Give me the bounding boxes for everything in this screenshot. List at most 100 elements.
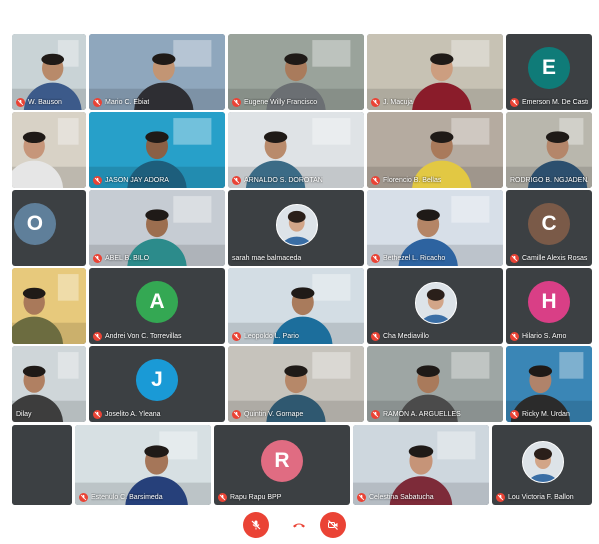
participant-label: Bethezel L. Ricacho bbox=[371, 254, 499, 263]
mic-muted-icon bbox=[371, 98, 380, 107]
mic-muted-icon bbox=[232, 410, 241, 419]
mic-muted-icon bbox=[16, 98, 25, 107]
participant-tile[interactable]: Leopoldo L. Pario bbox=[228, 268, 364, 344]
participant-label: Joselito A. Yleana bbox=[93, 410, 221, 419]
participant-tile[interactable]: sarah mae balmaceda bbox=[228, 190, 364, 266]
meeting-stage: W. Bauson Mario C. Ebiat Eugene Willy Fran… bbox=[0, 0, 599, 544]
mic-muted-icon bbox=[93, 98, 102, 107]
participant-initial-avatar: O bbox=[14, 203, 56, 245]
participant-tile[interactable] bbox=[12, 268, 86, 344]
mic-muted-icon bbox=[371, 332, 380, 341]
participant-label: Dilay bbox=[16, 410, 82, 419]
participant-tile[interactable]: Celestina Sabatucha bbox=[353, 425, 489, 505]
participant-tile[interactable]: ARNALDO S. DOROTAN bbox=[228, 112, 364, 188]
participant-label: RODRIGO B. NGJADENA bbox=[510, 176, 588, 185]
participant-tile[interactable]: O bbox=[12, 190, 86, 266]
participant-tile[interactable]: Estenulo C. Barsimeda bbox=[75, 425, 211, 505]
participant-photo-avatar bbox=[522, 441, 564, 483]
participant-tile[interactable]: Quintin V. Gornape bbox=[228, 346, 364, 422]
mic-muted-icon bbox=[357, 493, 366, 502]
participant-tile[interactable]: E Emerson M. De Castro bbox=[506, 34, 592, 110]
participant-label: Ricky M. Urdan bbox=[510, 410, 588, 419]
mic-muted-icon bbox=[93, 254, 102, 263]
participant-tile[interactable]: RODRIGO B. NGJADENA bbox=[506, 112, 592, 188]
participant-name: Ricky M. Urdan bbox=[522, 411, 570, 418]
participant-name: Bethezel L. Ricacho bbox=[383, 255, 446, 262]
mic-muted-icon bbox=[371, 176, 380, 185]
hang-up-icon bbox=[293, 523, 305, 528]
participant-name: RODRIGO B. NGJADENA bbox=[510, 177, 588, 184]
participant-label: Leopoldo L. Pario bbox=[232, 332, 360, 341]
participant-initial-avatar: H bbox=[528, 281, 570, 323]
participant-tile[interactable]: A Andrei Von C. Torrevillas bbox=[89, 268, 225, 344]
participant-tile[interactable]: R Rapu Rapu BPP bbox=[214, 425, 350, 505]
participant-name: Estenulo C. Barsimeda bbox=[91, 494, 163, 501]
mic-muted-icon bbox=[371, 410, 380, 419]
participant-label: W. Bauson bbox=[16, 98, 82, 107]
video-feed bbox=[12, 425, 72, 505]
participant-tile[interactable]: RAMON A. ARGUELLES bbox=[367, 346, 503, 422]
participant-label: Emerson M. De Castro bbox=[510, 98, 588, 107]
participant-name: sarah mae balmaceda bbox=[232, 255, 302, 262]
video-feed bbox=[12, 112, 86, 188]
participant-label: Camille Alexis Rosas bbox=[510, 254, 588, 263]
participant-tile[interactable] bbox=[12, 112, 86, 188]
participant-tile[interactable]: H Hilario S. Amo bbox=[506, 268, 592, 344]
participant-name: Celestina Sabatucha bbox=[369, 494, 434, 501]
participant-tile[interactable] bbox=[12, 425, 72, 505]
participant-tile[interactable]: Eugene Willy Francisco bbox=[228, 34, 364, 110]
camera-toggle-button[interactable] bbox=[320, 512, 346, 538]
call-controls-bar bbox=[0, 508, 599, 544]
participant-label: Mario C. Ebiat bbox=[93, 98, 221, 107]
participant-tile[interactable]: W. Bauson bbox=[12, 34, 86, 110]
participant-label: Lou Victoria F. Ballon bbox=[496, 493, 588, 502]
participant-name: Joselito A. Yleana bbox=[105, 411, 161, 418]
participant-label: Hilario S. Amo bbox=[510, 332, 588, 341]
participant-label: sarah mae balmaceda bbox=[232, 254, 360, 263]
mic-toggle-button[interactable] bbox=[243, 512, 269, 538]
participant-label: Eugene Willy Francisco bbox=[232, 98, 360, 107]
leave-call-button[interactable] bbox=[286, 512, 312, 538]
camera-off-icon bbox=[328, 520, 338, 530]
participant-label: Quintin V. Gornape bbox=[232, 410, 360, 419]
participant-name: ABEL B. BILO bbox=[105, 255, 150, 262]
mic-muted-icon bbox=[510, 98, 519, 107]
participant-tile[interactable]: Florencio B. Bellas bbox=[367, 112, 503, 188]
participant-tile[interactable]: ABEL B. BILO bbox=[89, 190, 225, 266]
participant-name: Cha Mediavillo bbox=[383, 333, 429, 340]
participant-label: ABEL B. BILO bbox=[93, 254, 221, 263]
participant-tile[interactable]: Dilay bbox=[12, 346, 86, 422]
mic-muted-icon bbox=[93, 176, 102, 185]
participant-name: Florencio B. Bellas bbox=[383, 177, 442, 184]
participant-tile[interactable]: J Joselito A. Yleana bbox=[89, 346, 225, 422]
participant-tile[interactable]: J. Macuja bbox=[367, 34, 503, 110]
participant-name: Hilario S. Amo bbox=[522, 333, 567, 340]
participant-name: Emerson M. De Castro bbox=[522, 99, 588, 106]
participant-tile[interactable]: Bethezel L. Ricacho bbox=[367, 190, 503, 266]
mic-muted-icon bbox=[510, 410, 519, 419]
mic-muted-icon bbox=[371, 254, 380, 263]
participant-label: Rapu Rapu BPP bbox=[218, 493, 346, 502]
participant-name: Mario C. Ebiat bbox=[105, 99, 150, 106]
mic-muted-icon bbox=[496, 493, 505, 502]
participant-name: Eugene Willy Francisco bbox=[244, 99, 318, 106]
participant-tile[interactable]: JASON JAY ADORA bbox=[89, 112, 225, 188]
participant-initial-avatar: J bbox=[136, 359, 178, 401]
participant-tile[interactable]: Mario C. Ebiat bbox=[89, 34, 225, 110]
mic-muted-icon bbox=[510, 332, 519, 341]
participant-label: Andrei Von C. Torrevillas bbox=[93, 332, 221, 341]
participant-label: ARNALDO S. DOROTAN bbox=[232, 176, 360, 185]
participant-name: Dilay bbox=[16, 411, 32, 418]
participant-tile[interactable]: C Camille Alexis Rosas bbox=[506, 190, 592, 266]
participant-tile[interactable]: Lou Victoria F. Ballon bbox=[492, 425, 592, 505]
mic-muted-icon bbox=[79, 493, 88, 502]
participant-label: Estenulo C. Barsimeda bbox=[79, 493, 207, 502]
participant-photo-avatar bbox=[415, 282, 457, 324]
mic-muted-icon bbox=[232, 332, 241, 341]
participant-name: Lou Victoria F. Ballon bbox=[508, 494, 574, 501]
participant-tile[interactable]: Cha Mediavillo bbox=[367, 268, 503, 344]
participant-name: Leopoldo L. Pario bbox=[244, 333, 299, 340]
mic-muted-icon bbox=[93, 332, 102, 341]
participant-tile[interactable]: Ricky M. Urdan bbox=[506, 346, 592, 422]
participant-initial-avatar: C bbox=[528, 203, 570, 245]
